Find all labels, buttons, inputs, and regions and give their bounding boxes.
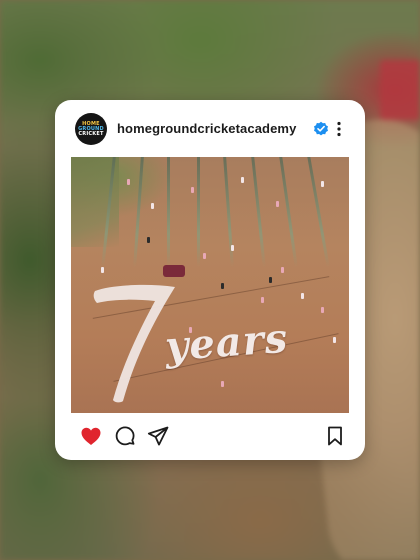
heart-icon[interactable] bbox=[79, 424, 103, 448]
player bbox=[321, 181, 324, 187]
player bbox=[276, 201, 279, 207]
verified-badge-icon bbox=[313, 121, 329, 137]
player bbox=[101, 267, 104, 273]
player bbox=[203, 253, 206, 259]
post-image[interactable]: years bbox=[71, 157, 349, 413]
send-icon[interactable] bbox=[146, 424, 170, 448]
practice-net bbox=[133, 157, 144, 267]
player bbox=[333, 337, 336, 343]
bookmark-icon[interactable] bbox=[323, 424, 347, 448]
ground-roller bbox=[163, 265, 185, 277]
comment-icon[interactable] bbox=[113, 424, 137, 448]
player bbox=[241, 177, 244, 183]
player bbox=[221, 381, 224, 387]
player bbox=[281, 267, 284, 273]
player bbox=[191, 187, 194, 193]
player bbox=[231, 245, 234, 251]
post-action-bar bbox=[55, 413, 365, 460]
practice-net bbox=[251, 157, 266, 267]
practice-net bbox=[167, 157, 170, 267]
practice-net bbox=[279, 157, 298, 267]
instagram-post-card: HOME GROUND CRICKET homegroundcricketaca… bbox=[55, 100, 365, 460]
post-header: HOME GROUND CRICKET homegroundcricketaca… bbox=[55, 100, 365, 158]
practice-net bbox=[307, 157, 330, 267]
player bbox=[147, 237, 150, 243]
more-vertical-icon[interactable] bbox=[334, 119, 344, 139]
player bbox=[269, 277, 272, 283]
avatar-logo-line3: CRICKET bbox=[78, 130, 104, 137]
player bbox=[151, 203, 154, 209]
player bbox=[127, 179, 130, 185]
avatar[interactable]: HOME GROUND CRICKET bbox=[75, 113, 107, 145]
practice-net bbox=[197, 157, 200, 267]
background-red-roof bbox=[380, 60, 420, 120]
player bbox=[261, 297, 264, 303]
player bbox=[301, 293, 304, 299]
player bbox=[221, 283, 224, 289]
username[interactable]: homegroundcricketacademy bbox=[117, 121, 296, 136]
years-text: years bbox=[163, 314, 290, 371]
player bbox=[321, 307, 324, 313]
